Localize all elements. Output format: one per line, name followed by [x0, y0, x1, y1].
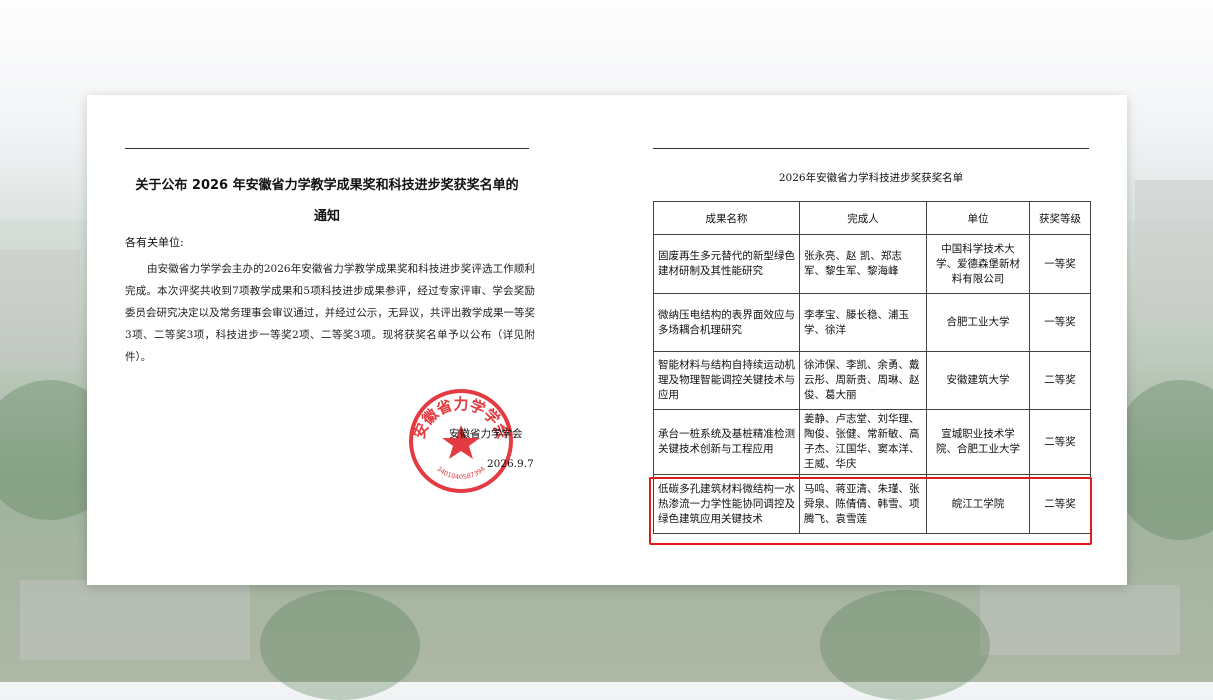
award-level: 一等奖	[1029, 293, 1091, 352]
column-header-unit: 单位	[926, 201, 1030, 235]
table-row: 固废再生多元替代的新型绿色建材研制及其性能研究 张永亮、赵 凯、郑志军、黎生军、…	[653, 234, 1091, 294]
notice-date: 2026.9.7	[487, 458, 534, 470]
header-rule-right	[653, 148, 1089, 149]
table-row: 微纳压电结构的表界面效应与多场耦合机理研究 李孝宝、滕长稳、浦玉学、徐洋 合肥工…	[653, 293, 1091, 352]
project-name: 智能材料与结构自持续运动机理及物理智能调控关键技术与应用	[653, 351, 800, 410]
project-people: 李孝宝、滕长稳、浦玉学、徐洋	[799, 293, 927, 352]
project-name: 承台一桩系统及基桩精准检测关键技术创新与工程应用	[653, 409, 800, 475]
award-table-title: 2026年安徽省力学科技进步奖获奖名单	[778, 172, 964, 184]
project-name: 微纳压电结构的表界面效应与多场耦合机理研究	[653, 293, 800, 352]
project-people: 张永亮、赵 凯、郑志军、黎生军、黎海峰	[799, 234, 927, 294]
background-tree	[260, 590, 420, 700]
notice-body: 由安徽省力学学会主办的2026年安徽省力学教学成果奖和科技进步奖评选工作顺利完成…	[125, 263, 535, 363]
background-building	[980, 585, 1180, 655]
project-unit: 合肥工业大学	[926, 293, 1030, 352]
project-people: 姜静、卢志堂、刘华理、陶俊、张健、常新敏、高子杰、江国华、窦本洋、王威、华庆	[799, 409, 927, 475]
project-unit: 中国科学技术大学、爱德森堡新材料有限公司	[926, 234, 1030, 294]
project-unit: 宣城职业技术学院、合肥工业大学	[926, 409, 1030, 475]
notice-salutation: 各有关单位:	[125, 236, 184, 249]
background-building	[1135, 180, 1213, 320]
award-level: 一等奖	[1029, 234, 1091, 294]
background-tree	[820, 590, 990, 700]
award-level: 二等奖	[1029, 351, 1091, 410]
table-row: 智能材料与结构自持续运动机理及物理智能调控关键技术与应用 徐沛保、李凯、余勇、戴…	[653, 351, 1091, 410]
official-seal-stamp: 安徽省力学学会 3401040587394	[409, 389, 513, 493]
notice-title: 关于公布 2026 年安徽省力学教学成果奖和科技进步奖获奖名单的	[135, 178, 519, 193]
column-header-people: 完成人	[799, 201, 927, 235]
column-header-name: 成果名称	[653, 201, 800, 235]
table-header-row: 成果名称 完成人 单位 获奖等级	[653, 201, 1091, 235]
project-people: 徐沛保、李凯、余勇、戴云彤、周新贵、周琳、赵俊、葛大丽	[799, 351, 927, 410]
highlight-box	[649, 477, 1092, 545]
notice-signer: 安徽省力学学会	[449, 428, 523, 440]
document-sheet: 关于公布 2026 年安徽省力学教学成果奖和科技进步奖获奖名单的 通知 各有关单…	[87, 95, 1127, 585]
column-header-level: 获奖等级	[1029, 201, 1091, 235]
background-building	[0, 250, 80, 370]
award-level: 二等奖	[1029, 409, 1091, 475]
table-row: 承台一桩系统及基桩精准检测关键技术创新与工程应用 姜静、卢志堂、刘华理、陶俊、张…	[653, 409, 1091, 475]
svg-text:3401040587394: 3401040587394	[435, 465, 487, 481]
project-unit: 安徽建筑大学	[926, 351, 1030, 410]
background-building	[20, 580, 250, 660]
seal-code: 3401040587394	[435, 465, 487, 481]
header-rule-left	[125, 148, 529, 149]
project-name: 固废再生多元替代的新型绿色建材研制及其性能研究	[653, 234, 800, 294]
notice-title-continued: 通知	[313, 209, 340, 224]
